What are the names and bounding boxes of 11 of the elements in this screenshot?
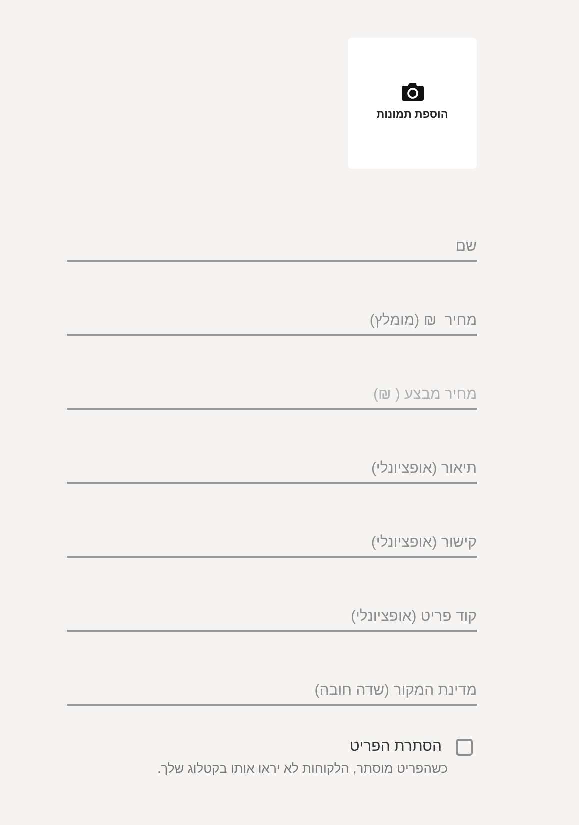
hide-checkbox[interactable] xyxy=(456,738,473,756)
input-field[interactable]: תיאור (אופציונלי) xyxy=(67,460,477,484)
camera-icon xyxy=(402,83,424,102)
input-field[interactable]: שם xyxy=(67,238,477,262)
input-field[interactable]: קישור (אופציונלי) xyxy=(67,534,477,558)
input-field[interactable]: קוד פריט (אופציונלי) xyxy=(67,608,477,632)
checkbox-label: הסתרת הפריט xyxy=(350,737,442,757)
add-photos-button[interactable]: הוספת תמונות xyxy=(348,38,477,169)
help-text: כשהפריט מוסתר, הלקוחות לא יראו אותו בקטלוג שלך. xyxy=(156,760,448,778)
input-field[interactable]: מדינת המקור (שדה חובה) xyxy=(67,682,477,706)
input-field[interactable]: מחיר ₪ (מומלץ) xyxy=(67,312,477,336)
